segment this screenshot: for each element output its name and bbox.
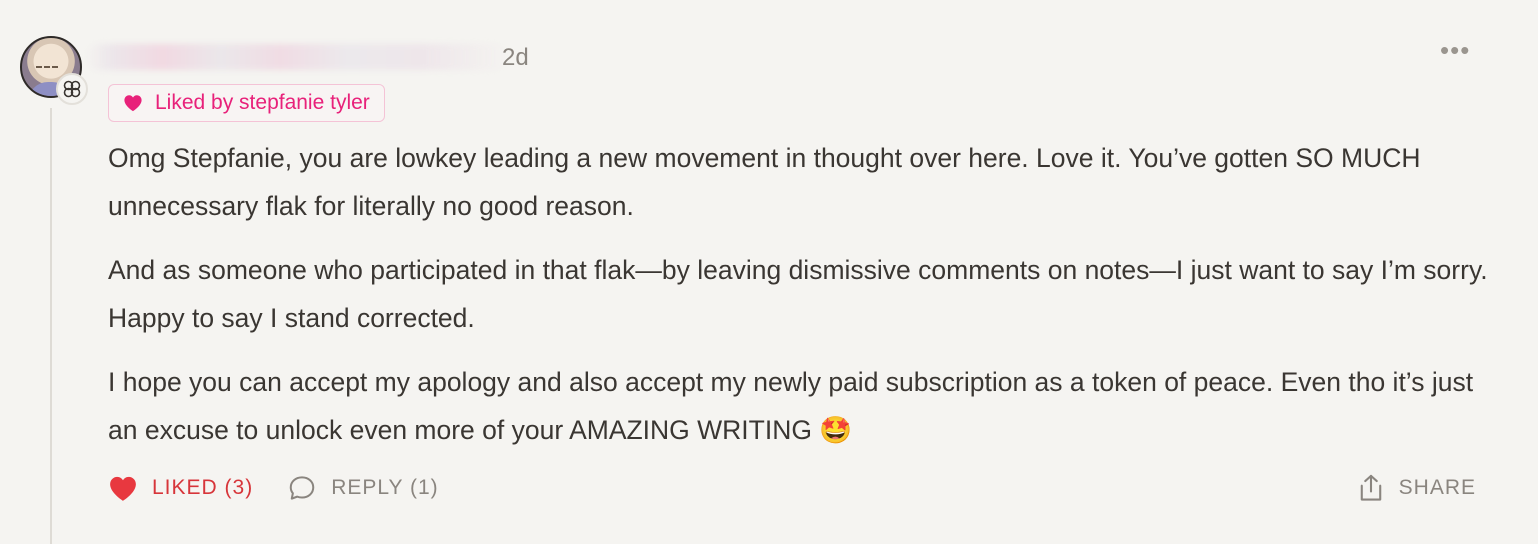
- speech-bubble-icon: [289, 476, 315, 500]
- timestamp[interactable]: 2d: [502, 44, 529, 72]
- comment-body: Omg Stepfanie, you are lowkey leading a …: [108, 134, 1488, 470]
- reply-label: REPLY (1): [331, 476, 439, 499]
- avatar-face-detail: [36, 66, 58, 74]
- share-label: SHARE: [1398, 476, 1476, 499]
- liked-by-author-badge: Liked by stepfanie tyler: [108, 84, 385, 122]
- comment-paragraph: And as someone who participated in that …: [108, 255, 1488, 333]
- comment-paragraph: I hope you can accept my apology and als…: [108, 367, 1474, 445]
- comment-actions: LIKED (3) REPLY (1) SHARE: [108, 468, 1476, 508]
- more-options-button[interactable]: •••: [1440, 37, 1470, 68]
- share-arrow-icon: [1360, 474, 1381, 501]
- heart-icon: [123, 94, 143, 112]
- reply-button[interactable]: REPLY (1): [287, 473, 438, 503]
- comment-paragraph: Omg Stepfanie, you are lowkey leading a …: [108, 143, 1421, 221]
- heart-filled-icon: [110, 476, 136, 501]
- community-badge-icon: [56, 73, 88, 105]
- like-label: LIKED (3): [152, 476, 254, 499]
- like-button[interactable]: LIKED (3): [108, 475, 253, 502]
- share-button[interactable]: SHARE: [1357, 473, 1476, 503]
- author-name-redacted: [86, 44, 508, 70]
- comment: 2d ••• Liked by stepfanie tyler Omg Step…: [0, 0, 1538, 544]
- thread-line: [50, 108, 52, 544]
- liked-badge-label: Liked by stepfanie tyler: [155, 91, 370, 114]
